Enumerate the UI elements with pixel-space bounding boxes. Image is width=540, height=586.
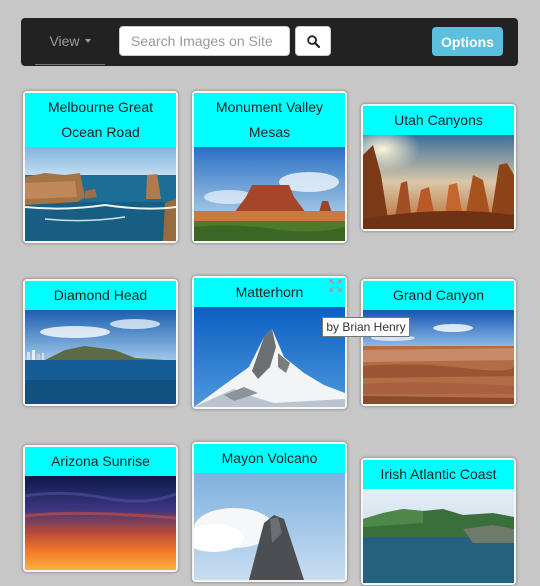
card-title: Monument Valley Mesas (194, 93, 345, 147)
card-image[interactable] (363, 135, 514, 229)
image-card[interactable]: Irish Atlantic Coast (360, 457, 517, 586)
image-card[interactable]: Utah Canyons (360, 103, 517, 232)
card-title: Melbourne Great Ocean Road (25, 93, 176, 147)
image-card[interactable]: Melbourne Great Ocean Road (22, 90, 179, 244)
image-card[interactable]: Grand Canyon (360, 278, 517, 407)
image-tooltip: by Brian Henry (322, 317, 410, 337)
card-image[interactable] (363, 489, 514, 583)
view-label: View (49, 33, 80, 49)
card-image[interactable] (25, 310, 176, 404)
expand-icon[interactable] (329, 279, 342, 292)
card-image[interactable] (194, 473, 345, 580)
card-title: Arizona Sunrise (25, 447, 176, 476)
card-title: Irish Atlantic Coast (363, 460, 514, 489)
image-card[interactable]: Matterhorn (191, 275, 348, 410)
card-title: Diamond Head (25, 281, 176, 310)
image-card[interactable]: Mayon Volcano (191, 441, 348, 583)
card-image[interactable] (194, 147, 345, 241)
image-card[interactable]: Diamond Head (22, 278, 179, 407)
options-button[interactable]: Options (432, 27, 503, 56)
caret-down-icon (84, 39, 91, 43)
card-title: Mayon Volcano (194, 444, 345, 473)
image-card[interactable]: Arizona Sunrise (22, 444, 179, 573)
card-title: Matterhorn (194, 278, 345, 307)
search-button[interactable] (295, 26, 331, 56)
card-title: Utah Canyons (363, 106, 514, 135)
view-dropdown[interactable]: View (35, 18, 105, 65)
image-card[interactable]: Monument Valley Mesas (191, 90, 348, 244)
card-image[interactable] (25, 476, 176, 570)
navbar: View Options (21, 18, 518, 66)
search-icon (306, 34, 320, 48)
search-input[interactable] (119, 26, 290, 56)
card-title: Grand Canyon (363, 281, 514, 310)
card-image[interactable] (25, 147, 176, 241)
